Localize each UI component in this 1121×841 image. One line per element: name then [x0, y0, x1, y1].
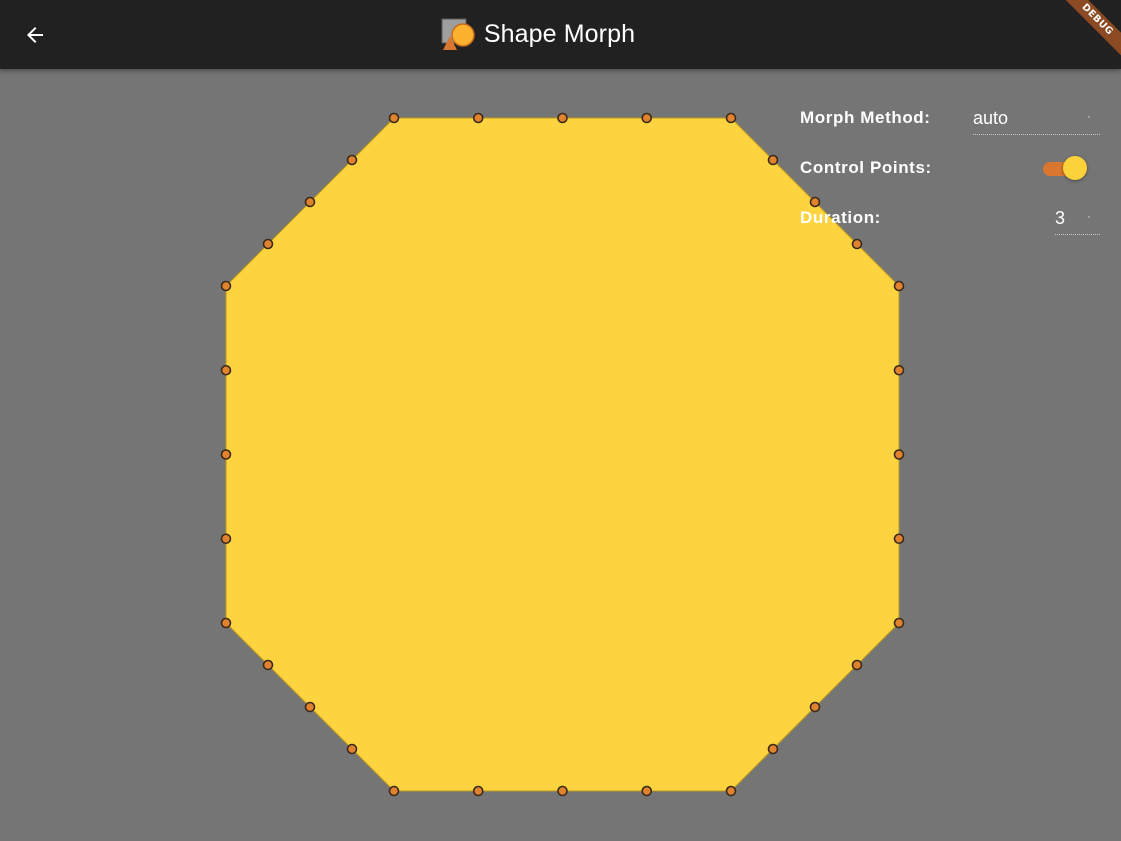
control-point[interactable]: [893, 280, 905, 292]
duration-value: 3: [1055, 208, 1066, 228]
title-group: Shape Morph: [0, 0, 1121, 69]
app-root: Shape Morph DEBUG Morph Method: auto Con…: [0, 0, 1121, 841]
control-point[interactable]: [641, 112, 653, 124]
control-point[interactable]: [851, 238, 863, 250]
control-point[interactable]: [388, 112, 400, 124]
debug-banner-label: DEBUG: [1061, 0, 1121, 60]
dropdown-arrow-icon: [1088, 216, 1090, 218]
control-point[interactable]: [725, 112, 737, 124]
control-point[interactable]: [893, 533, 905, 545]
duration-row: Duration: 3: [800, 200, 1100, 236]
back-button[interactable]: [14, 14, 56, 56]
control-point[interactable]: [346, 743, 358, 755]
control-point[interactable]: [767, 743, 779, 755]
control-point[interactable]: [220, 533, 232, 545]
control-points-toggle[interactable]: [1043, 156, 1089, 182]
morph-method-value: auto: [973, 108, 1009, 128]
shape-morph-logo-icon: [441, 18, 475, 50]
control-point[interactable]: [725, 785, 737, 797]
control-point[interactable]: [641, 785, 653, 797]
duration-label: Duration:: [800, 208, 881, 227]
control-point[interactable]: [262, 238, 274, 250]
control-points-row: Control Points:: [800, 150, 1100, 186]
control-point[interactable]: [851, 659, 863, 671]
control-point[interactable]: [304, 701, 316, 713]
control-point[interactable]: [388, 785, 400, 797]
morph-shape: [225, 117, 900, 792]
control-point[interactable]: [220, 617, 232, 629]
control-point[interactable]: [346, 154, 358, 166]
morph-method-label: Morph Method:: [800, 108, 931, 127]
morph-method-dropdown[interactable]: auto: [973, 100, 1100, 135]
debug-banner: DEBUG: [1061, 0, 1121, 60]
page-title: Shape Morph: [483, 20, 636, 48]
control-point[interactable]: [557, 112, 568, 124]
control-point[interactable]: [220, 449, 232, 460]
control-point[interactable]: [262, 659, 274, 671]
control-point[interactable]: [893, 449, 905, 460]
app-bar: Shape Morph DEBUG: [0, 0, 1121, 69]
control-point[interactable]: [557, 785, 568, 797]
control-point[interactable]: [893, 617, 905, 629]
duration-dropdown[interactable]: 3: [1055, 200, 1100, 235]
dropdown-arrow-icon: [1088, 116, 1090, 118]
arrow-back-icon: [27, 27, 43, 43]
control-points-label: Control Points:: [800, 158, 932, 177]
control-point[interactable]: [893, 364, 905, 376]
control-point[interactable]: [220, 364, 232, 376]
control-point[interactable]: [809, 701, 821, 713]
control-point[interactable]: [304, 196, 316, 208]
control-point[interactable]: [472, 785, 484, 797]
control-point[interactable]: [220, 280, 232, 292]
toggle-thumb: [1063, 156, 1087, 180]
morph-method-row: Morph Method: auto: [800, 100, 1100, 136]
control-point[interactable]: [767, 154, 779, 166]
control-point[interactable]: [472, 112, 484, 124]
